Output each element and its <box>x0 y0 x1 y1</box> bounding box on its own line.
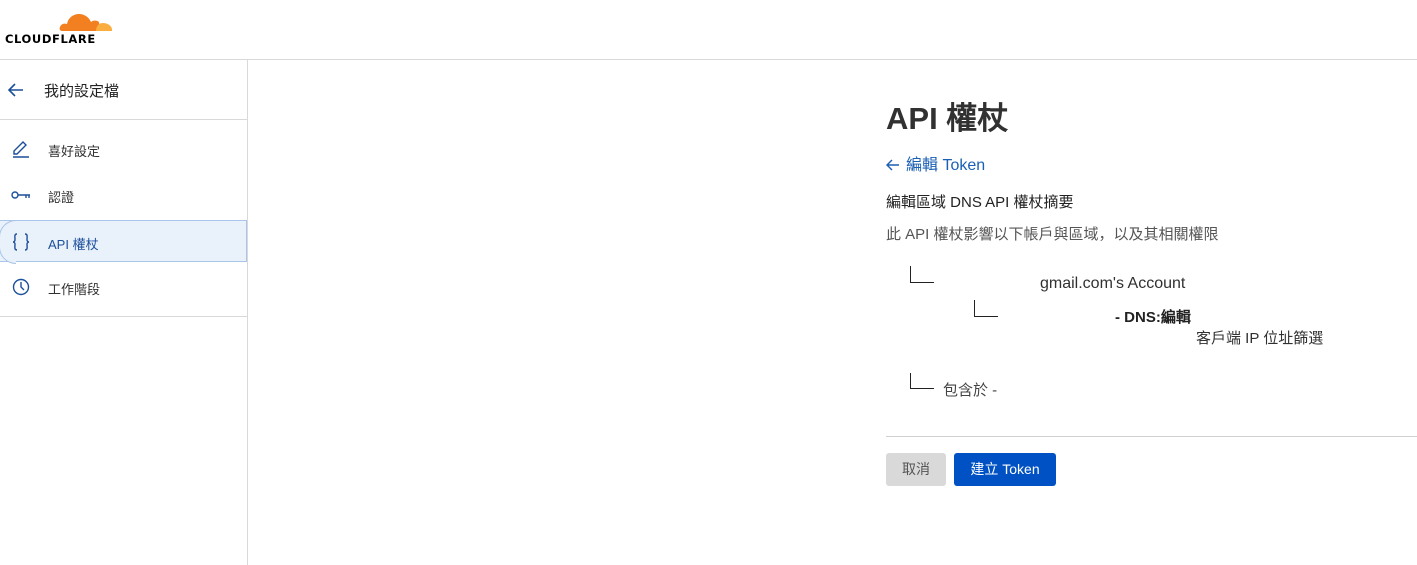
tree-connector <box>910 373 934 389</box>
client-ip-filter-label: 客戶端 IP 位址篩選 <box>1196 330 1324 347</box>
summary-title: 編輯區域 DNS API 權杖摘要 <box>886 194 1074 211</box>
permission-label: - DNS:編輯 <box>1115 309 1191 326</box>
create-token-button[interactable]: 建立 Token <box>954 453 1056 486</box>
braces-icon <box>12 233 30 251</box>
clock-icon <box>12 278 30 296</box>
profile-back-link[interactable]: 我的設定檔 <box>0 60 247 120</box>
sidebar-title: 我的設定檔 <box>44 83 120 100</box>
top-bar: CLOUDFLARE <box>0 0 1417 60</box>
sidebar-item-label: API 權杖 <box>48 237 99 252</box>
account-name: gmail.com's Account <box>1040 275 1186 292</box>
cloudflare-logo[interactable]: CLOUDFLARE <box>4 8 114 48</box>
divider <box>886 436 1417 437</box>
sidebar-nav: 喜好設定 認證 API 權杖 工作階段 <box>0 120 247 317</box>
key-icon <box>11 191 30 199</box>
cancel-button[interactable]: 取消 <box>886 453 946 486</box>
logo-wordmark: CLOUDFLARE <box>5 32 96 46</box>
arrow-left-icon <box>886 159 899 171</box>
edit-token-back-link[interactable]: 編輯 Token <box>886 151 985 175</box>
sidebar-item-label: 認證 <box>48 190 75 205</box>
sidebar-item-label: 工作階段 <box>48 282 101 297</box>
summary-description: 此 API 權杖影響以下帳戶與區域，以及其相關權限 <box>886 226 1219 243</box>
sidebar-item-authentication[interactable]: 認證 <box>0 174 247 216</box>
page-title: API 權杖 <box>886 101 1009 136</box>
sidebar: 我的設定檔 喜好設定 認證 API 權杖 工作階段 <box>0 60 248 565</box>
sidebar-item-sessions[interactable]: 工作階段 <box>0 266 247 308</box>
include-label: 包含於 - <box>943 382 998 399</box>
main-content: API 權杖 編輯 Token 編輯區域 DNS API 權杖摘要 此 API … <box>886 60 1417 565</box>
edit-token-label: 編輯 Token <box>906 157 986 174</box>
cloud-logo-icon <box>59 14 112 31</box>
sidebar-item-label: 喜好設定 <box>48 144 101 159</box>
sidebar-item-preferences[interactable]: 喜好設定 <box>0 128 247 170</box>
tree-connector <box>974 300 998 317</box>
pencil-icon <box>13 141 29 158</box>
arrow-left-icon <box>7 83 23 97</box>
sidebar-item-api-tokens[interactable]: API 權杖 <box>0 220 247 264</box>
tree-connector <box>910 266 934 283</box>
